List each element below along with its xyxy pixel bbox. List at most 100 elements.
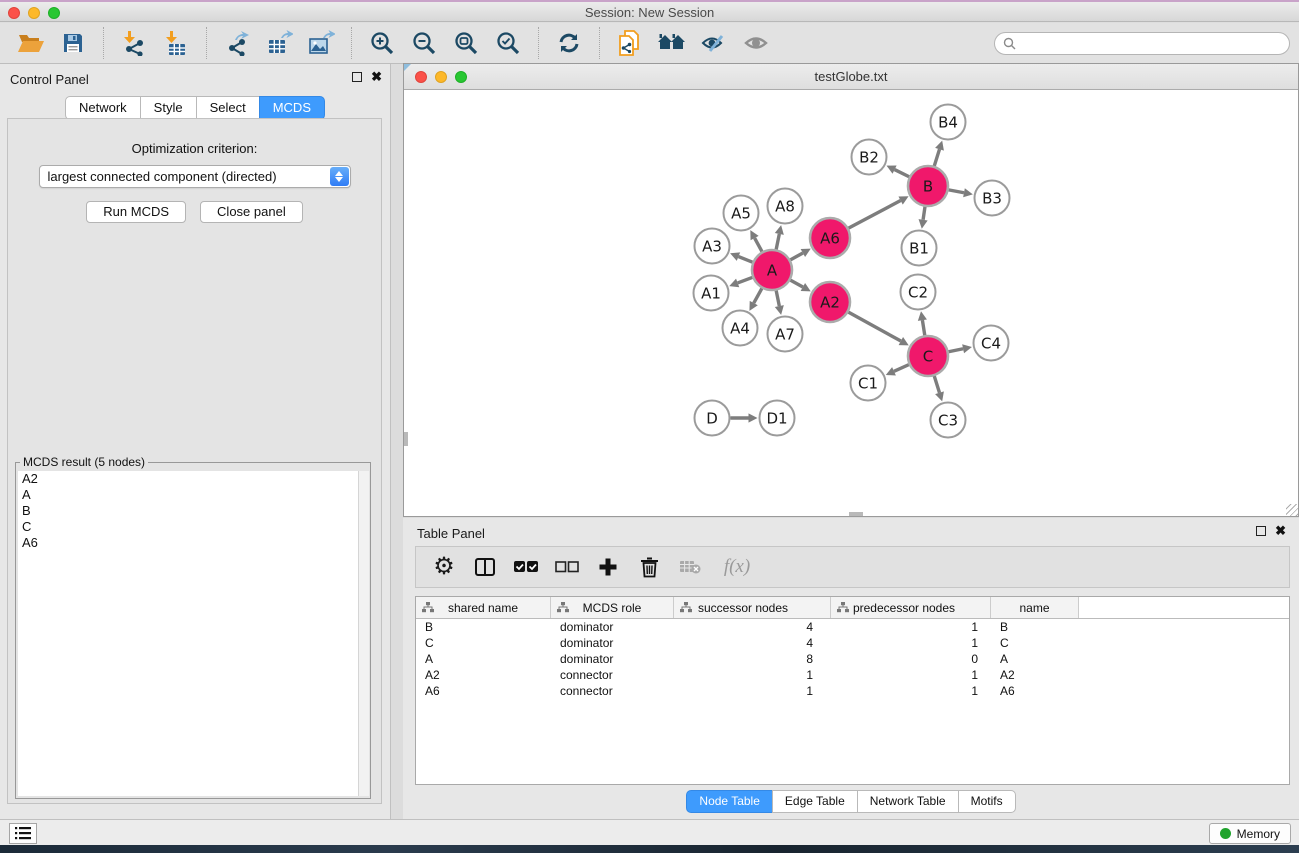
graph-node-label: C1: [858, 375, 878, 393]
graph-node-label: C2: [908, 284, 928, 302]
table-float-panel-icon[interactable]: [1256, 526, 1266, 536]
graph-node-label: A3: [702, 238, 722, 256]
function-builder-icon[interactable]: f(x): [719, 555, 755, 579]
table-row[interactable]: A6connector11A6: [416, 683, 1289, 699]
edge-B-B2[interactable]: [895, 170, 910, 177]
graph-node-label: A8: [775, 198, 795, 216]
delete-table-icon[interactable]: [678, 555, 702, 579]
export-network-icon[interactable]: [219, 26, 255, 60]
graph-node-label: B3: [982, 190, 1002, 208]
resize-grip-icon[interactable]: [1286, 504, 1298, 516]
zoom-out-icon[interactable]: [406, 26, 442, 60]
node-table[interactable]: shared nameMCDS rolesuccessor nodesprede…: [415, 596, 1290, 785]
column-header-MCDS-role[interactable]: MCDS role: [551, 597, 674, 618]
table-settings-icon[interactable]: ⚙: [432, 555, 456, 579]
network-canvas[interactable]: B4B2BB3A8A5A6A3B1AA1C2A2A4A7C4CC1C3DD1: [404, 90, 1298, 516]
arrowhead-icon: [919, 219, 928, 229]
memory-button[interactable]: Memory: [1209, 823, 1291, 844]
run-mcds-button[interactable]: Run MCDS: [86, 201, 186, 223]
tab-mcds[interactable]: MCDS: [259, 96, 325, 120]
table-row[interactable]: Bdominator41B: [416, 619, 1289, 635]
table-close-panel-icon[interactable]: ✖: [1275, 526, 1286, 536]
tab-motifs[interactable]: Motifs: [958, 790, 1016, 813]
tab-edge-table[interactable]: Edge Table: [772, 790, 858, 813]
tab-network-table[interactable]: Network Table: [857, 790, 959, 813]
mcds-result-item[interactable]: B: [18, 503, 358, 519]
column-visibility-icon[interactable]: [473, 555, 497, 579]
task-history-button[interactable]: [9, 823, 37, 844]
tab-style[interactable]: Style: [140, 96, 197, 120]
close-panel-button[interactable]: Close panel: [200, 201, 303, 223]
edge-C-C3[interactable]: [934, 376, 939, 393]
edge-A6-B[interactable]: [849, 201, 901, 229]
edge-C-C1[interactable]: [894, 365, 909, 372]
criterion-dropdown[interactable]: largest connected component (directed): [39, 165, 351, 188]
home-layout-icon[interactable]: [654, 26, 690, 60]
edge-A-A7[interactable]: [776, 291, 779, 306]
mcds-result-list[interactable]: A2ABCA6: [18, 471, 358, 796]
table-cell: 0: [831, 651, 991, 667]
tab-network[interactable]: Network: [65, 96, 141, 120]
export-image-icon[interactable]: [303, 26, 339, 60]
tab-node-table[interactable]: Node Table: [686, 790, 773, 813]
edge-A-A2[interactable]: [790, 280, 802, 287]
show-all-icon[interactable]: [738, 26, 774, 60]
column-header-name[interactable]: name: [991, 597, 1079, 618]
mcds-list-scrollbar[interactable]: [358, 471, 369, 796]
search-field[interactable]: [994, 32, 1290, 55]
export-table-icon[interactable]: [261, 26, 297, 60]
control-panel-title: Control Panel: [10, 72, 89, 87]
duplicate-network-icon[interactable]: [612, 26, 648, 60]
arrowhead-icon: [775, 305, 784, 315]
open-session-icon[interactable]: [13, 26, 49, 60]
edge-C-C2[interactable]: [922, 320, 924, 335]
edge-B-B1[interactable]: [923, 207, 925, 220]
float-panel-icon[interactable]: [352, 72, 362, 82]
zoom-selected-icon[interactable]: [490, 26, 526, 60]
edge-A-A5[interactable]: [755, 238, 762, 252]
table-cell: A2: [416, 667, 551, 683]
hide-selected-icon[interactable]: [696, 26, 732, 60]
mcds-result-item[interactable]: C: [18, 519, 358, 535]
edge-A-A3[interactable]: [738, 257, 752, 263]
import-table-icon[interactable]: [158, 26, 194, 60]
search-input[interactable]: [1021, 37, 1289, 51]
zoom-fit-icon[interactable]: [448, 26, 484, 60]
edge-B-B3[interactable]: [949, 190, 964, 193]
column-header-predecessor-nodes[interactable]: predecessor nodes: [831, 597, 991, 618]
canvas-scroll-nub-bottom[interactable]: [849, 512, 863, 516]
table-cell: 1: [674, 683, 831, 699]
table-row[interactable]: Adominator80A: [416, 651, 1289, 667]
save-session-icon[interactable]: [55, 26, 91, 60]
graph-node-label: B2: [859, 149, 879, 167]
table-row[interactable]: Cdominator41C: [416, 635, 1289, 651]
add-column-icon[interactable]: [596, 555, 620, 579]
edge-A-A4[interactable]: [754, 288, 762, 303]
column-header-shared-name[interactable]: shared name: [416, 597, 551, 618]
delete-column-icon[interactable]: [637, 555, 661, 579]
table-cell: A: [416, 651, 551, 667]
graph-node-label: A7: [775, 326, 795, 344]
table-row[interactable]: A2connector11A2: [416, 667, 1289, 683]
edge-A-A1[interactable]: [738, 277, 753, 283]
zoom-in-icon[interactable]: [364, 26, 400, 60]
mcds-result-item[interactable]: A6: [18, 535, 358, 551]
import-network-icon[interactable]: [116, 26, 152, 60]
deselect-all-icon[interactable]: [555, 555, 579, 579]
table-cell: 1: [674, 667, 831, 683]
mcds-result-item[interactable]: A2: [18, 471, 358, 487]
edge-B-B4[interactable]: [934, 149, 939, 166]
canvas-scroll-nub-left[interactable]: [404, 432, 408, 446]
edge-A-A8[interactable]: [776, 234, 779, 249]
edge-C-C4[interactable]: [949, 349, 964, 352]
mcds-result-item[interactable]: A: [18, 487, 358, 503]
search-icon: [1003, 37, 1016, 50]
table-cell: dominator: [551, 635, 674, 651]
select-all-icon[interactable]: [514, 555, 538, 579]
edge-A2-C[interactable]: [848, 312, 900, 341]
column-header-successor-nodes[interactable]: successor nodes: [674, 597, 831, 618]
close-panel-icon[interactable]: ✖: [371, 72, 382, 82]
refresh-icon[interactable]: [551, 26, 587, 60]
edge-A-A6[interactable]: [790, 253, 802, 260]
tab-select[interactable]: Select: [196, 96, 260, 120]
